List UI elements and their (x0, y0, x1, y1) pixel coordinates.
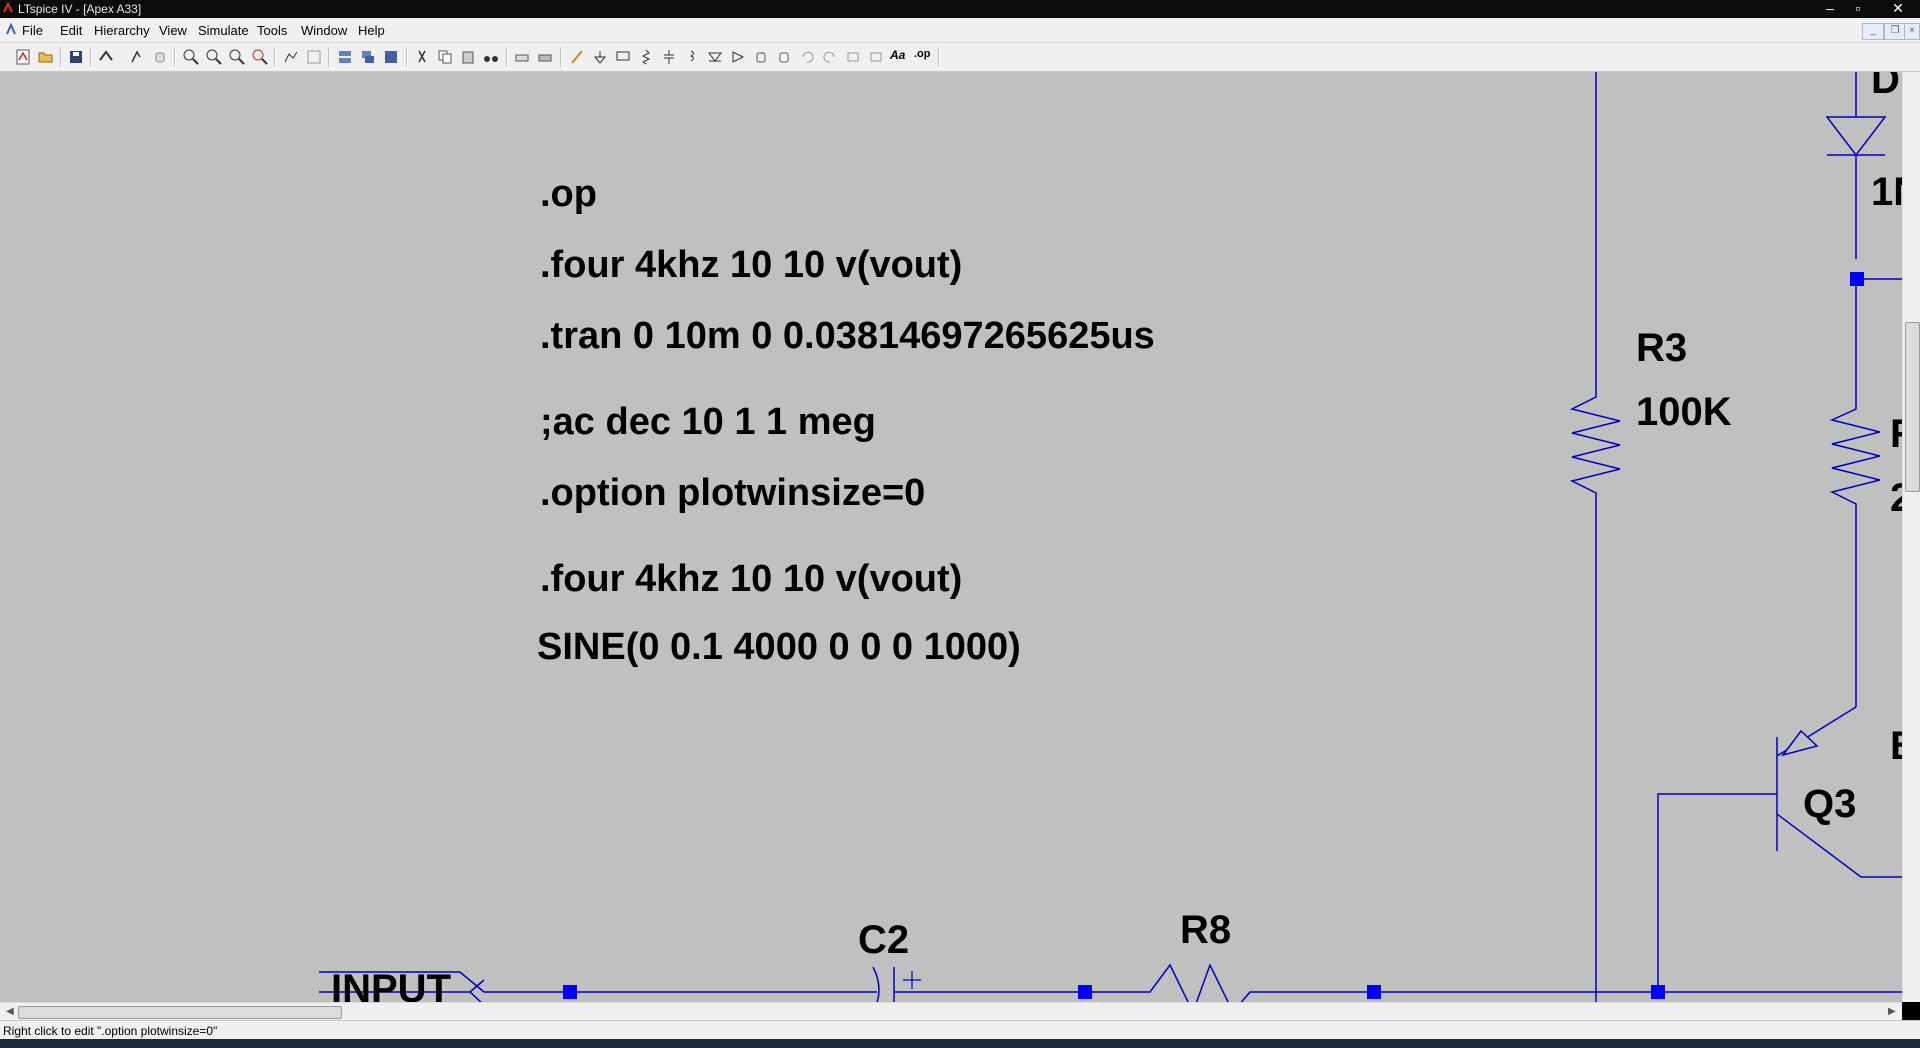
schematic-wiring (319, 72, 1902, 1002)
schematic-canvas[interactable]: .op .four 4khz 10 10 v(vout) .tran 0 10m… (0, 72, 1902, 1002)
inductor-icon[interactable] (683, 48, 701, 66)
document-menu-icon[interactable] (4, 22, 18, 36)
maximize-icon[interactable]: ▫ (1846, 0, 1870, 18)
redo-icon[interactable] (821, 48, 839, 66)
menu-edit[interactable]: Edit (60, 23, 82, 38)
status-bar: Right click to edit ".option plotwinsize… (0, 1020, 1920, 1040)
directive-four-2[interactable]: .four 4khz 10 10 v(vout) (540, 557, 962, 601)
os-taskbar (0, 1039, 1920, 1048)
junction-dot (1078, 985, 1092, 999)
save-icon[interactable] (67, 48, 85, 66)
transistor-partial-label[interactable]: B (1890, 724, 1902, 768)
draw-wire-icon[interactable] (568, 48, 586, 66)
menu-simulate[interactable]: Simulate (198, 23, 249, 38)
mirror-icon[interactable] (867, 48, 885, 66)
menu-bar: File Edit Hierarchy View Simulate Tools … (0, 18, 1920, 43)
diode-value-partial[interactable]: 1N (1871, 170, 1902, 214)
zoom-pan-icon[interactable] (205, 48, 223, 66)
r8-name[interactable]: R8 (1180, 908, 1231, 952)
mdi-minimize-icon[interactable]: _ (1862, 23, 1884, 40)
directive-four[interactable]: .four 4khz 10 10 v(vout) (540, 243, 962, 287)
source-sine-value[interactable]: SINE(0 0.1 4000 0 0 0 1000) (537, 625, 1021, 669)
rotate-icon[interactable] (844, 48, 862, 66)
capacitor-icon[interactable] (660, 48, 678, 66)
find-binoculars-icon[interactable] (482, 48, 500, 66)
control-panel-icon[interactable] (97, 48, 115, 66)
resistor-name-partial[interactable]: R (1890, 412, 1902, 456)
text-icon[interactable]: Aa (890, 48, 908, 66)
status-text: Right click to edit ".option plotwinsize… (3, 1024, 218, 1038)
r3-value[interactable]: 100K (1636, 390, 1732, 434)
scroll-left-icon[interactable]: ◀ (6, 1006, 14, 1017)
toolbar: Aa .op (0, 43, 1920, 72)
directive-op[interactable]: .op (540, 172, 597, 216)
horizontal-scroll-thumb[interactable] (18, 1006, 342, 1019)
menu-window[interactable]: Window (301, 23, 347, 38)
grid-icon[interactable] (305, 48, 323, 66)
undo-icon[interactable] (798, 48, 816, 66)
r3-name[interactable]: R3 (1636, 326, 1687, 370)
title-bar: LTspice IV - [Apex A33] – ▫ ✕ (0, 0, 1920, 18)
mdi-restore-icon[interactable]: ❐ (1884, 23, 1906, 40)
print-setup-icon[interactable] (513, 48, 531, 66)
cascade-icon[interactable] (359, 48, 377, 66)
cut-icon[interactable] (413, 48, 431, 66)
run-icon[interactable] (128, 48, 146, 66)
vertical-scrollbar[interactable] (1902, 72, 1920, 1002)
label-net-icon[interactable] (614, 48, 632, 66)
print-icon[interactable] (536, 48, 554, 66)
directive-ac-comment[interactable]: ;ac dec 10 1 1 meg (540, 400, 876, 444)
vertical-scroll-thumb[interactable] (1905, 322, 1920, 492)
mdi-close-icon[interactable]: × (1904, 23, 1920, 40)
open-folder-icon[interactable] (37, 48, 55, 66)
resistor-icon[interactable] (637, 48, 655, 66)
move-hand-icon[interactable] (752, 48, 770, 66)
menu-hierarchy[interactable]: Hierarchy (94, 23, 150, 38)
menu-help[interactable]: Help (358, 23, 385, 38)
minimize-icon[interactable]: – (1818, 0, 1842, 18)
junction-dot (1367, 985, 1381, 999)
close-windows-icon[interactable] (382, 48, 400, 66)
tile-horizontal-icon[interactable] (336, 48, 354, 66)
drag-hand-icon[interactable] (775, 48, 793, 66)
menu-file[interactable]: File (22, 23, 43, 38)
ltspice-app-icon[interactable] (2, 2, 14, 14)
junction-dot (1850, 272, 1864, 286)
input-net-label[interactable]: INPUT (331, 967, 451, 1002)
zoom-fit-icon[interactable] (251, 48, 269, 66)
menu-view[interactable]: View (159, 23, 187, 38)
scroll-right-icon[interactable]: ▶ (1888, 1006, 1896, 1017)
c2-name[interactable]: C2 (858, 918, 909, 962)
autorange-icon[interactable] (282, 48, 300, 66)
junction-dot (563, 985, 577, 999)
zoom-out-icon[interactable] (228, 48, 246, 66)
component-icon[interactable] (729, 48, 747, 66)
resistor-value-partial[interactable]: 2 (1890, 476, 1902, 520)
diode-name-partial[interactable]: D (1871, 72, 1900, 102)
halt-hand-icon[interactable] (151, 48, 169, 66)
window-title: LTspice IV - [Apex A33] (18, 2, 142, 16)
spice-directive-icon[interactable]: .op (914, 48, 932, 66)
copy-icon[interactable] (436, 48, 454, 66)
q3-name[interactable]: Q3 (1803, 782, 1856, 826)
paste-icon[interactable] (459, 48, 477, 66)
directive-tran[interactable]: .tran 0 10m 0 0.03814697265625us (540, 314, 1155, 358)
new-schematic-icon[interactable] (14, 48, 32, 66)
directive-option[interactable]: .option plotwinsize=0 (540, 471, 925, 515)
zoom-in-icon[interactable] (182, 48, 200, 66)
ground-icon[interactable] (591, 48, 609, 66)
horizontal-scrollbar[interactable]: ◀ ▶ (0, 1002, 1902, 1021)
junction-dot (1651, 985, 1665, 999)
close-icon[interactable]: ✕ (1880, 0, 1916, 18)
diode-icon[interactable] (706, 48, 724, 66)
menu-tools[interactable]: Tools (257, 23, 287, 38)
